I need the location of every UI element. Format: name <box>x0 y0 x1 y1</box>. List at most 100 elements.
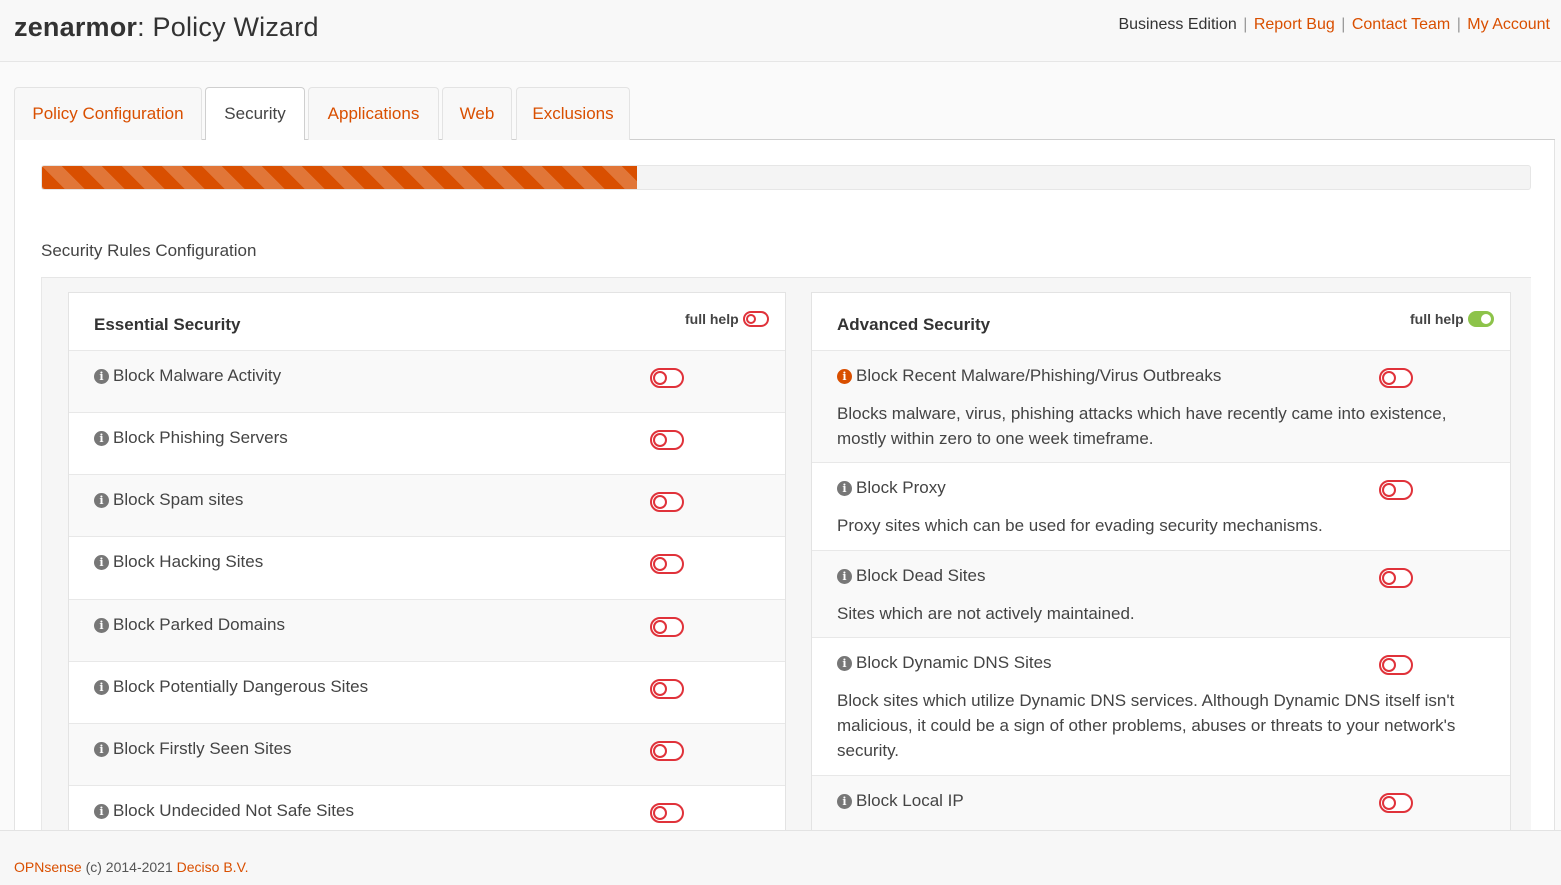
rule-label: i Block Recent Malware/Phishing/Virus Out… <box>837 366 1221 386</box>
rule-toggle[interactable] <box>650 554 684 574</box>
brand-logo-text: zenarmor <box>14 12 138 42</box>
rule-label: i Block Parked Domains <box>94 615 285 635</box>
divider <box>41 277 1531 278</box>
rule-label-text: Block Dynamic DNS Sites <box>856 653 1052 672</box>
separator: | <box>1243 16 1248 33</box>
deciso-link[interactable]: Deciso B.V. <box>177 859 249 875</box>
rule-label: i Block Hacking Sites <box>94 552 263 572</box>
rule-label: i Block Dead Sites <box>837 566 985 586</box>
report-bug-link[interactable]: Report Bug <box>1254 16 1335 33</box>
full-help-control: full help <box>685 311 769 327</box>
header-links: Business Edition | Report Bug | Contact … <box>1118 16 1550 34</box>
info-icon[interactable]: i <box>94 741 109 757</box>
my-account-link[interactable]: My Account <box>1467 16 1550 33</box>
separator: | <box>1341 16 1346 33</box>
rule-label-text: Block Local IP <box>856 791 964 810</box>
info-icon[interactable]: i <box>837 480 852 496</box>
full-help-control: full help <box>1410 311 1494 327</box>
rule-row: i Block Parked Domains <box>69 600 785 662</box>
separator: | <box>1456 16 1461 33</box>
rule-row: i Block Phishing Servers <box>69 413 785 475</box>
rule-label-text: Block Proxy <box>856 478 946 497</box>
rule-label-text: Block Spam sites <box>113 490 244 509</box>
essential-rules-list: i Block Malware Activity i Block Phishing S… <box>69 351 785 830</box>
progress-fill <box>42 166 638 189</box>
rule-label-text: Block Parked Domains <box>113 615 285 634</box>
rule-label-text: Block Phishing Servers <box>113 428 288 447</box>
info-icon[interactable]: i <box>94 679 109 695</box>
footer-text: OPNsense (c) 2014-2021 Deciso B.V. <box>14 859 249 875</box>
rule-row: i Block Local IP <box>812 776 1510 830</box>
rule-label-text: Block Recent Malware/Phishing/Virus Outb… <box>856 366 1222 385</box>
rule-label: i Block Potentially Dangerous Sites <box>94 677 368 697</box>
rule-label-text: Block Undecided Not Safe Sites <box>113 801 354 820</box>
panel-title: Essential Security <box>94 315 241 334</box>
rule-row: i Block Malware Activity <box>69 351 785 413</box>
info-icon[interactable]: i <box>94 554 109 570</box>
rule-toggle[interactable] <box>650 803 684 823</box>
opnsense-link[interactable]: OPNsense <box>14 859 82 875</box>
rule-row: i Block Spam sites <box>69 475 785 537</box>
rule-toggle[interactable] <box>1379 793 1413 813</box>
section-title: Security Rules Configuration <box>41 241 257 260</box>
rule-row: i Block Dead Sites Sites which are not act… <box>812 551 1510 638</box>
rule-label-text: Block Firstly Seen Sites <box>113 739 292 758</box>
panel-header: Essential Security full help <box>69 293 785 351</box>
full-help-toggle[interactable] <box>742 311 769 327</box>
rule-toggle[interactable] <box>650 679 684 699</box>
rule-label: i Block Malware Activity <box>94 366 281 386</box>
tab-exclusions[interactable]: Exclusions <box>516 87 630 140</box>
info-icon[interactable]: i <box>94 492 109 508</box>
rule-label: i Block Proxy <box>837 478 946 498</box>
tab-security[interactable]: Security <box>205 87 305 141</box>
rule-row: i Block Recent Malware/Phishing/Virus Out… <box>812 351 1510 463</box>
tab-web[interactable]: Web <box>442 87 512 140</box>
rule-label: i Block Dynamic DNS Sites <box>837 653 1052 673</box>
rule-row: i Block Dynamic DNS Sites Block sites whic… <box>812 638 1510 776</box>
full-help-label: full help <box>1410 311 1464 327</box>
info-icon[interactable]: i <box>94 617 109 633</box>
rule-label: i Block Local IP <box>837 791 964 811</box>
copyright-text: (c) 2014-2021 <box>81 859 177 875</box>
advanced-security-panel: Advanced Security full help i Block Recen… <box>811 292 1511 830</box>
page-title-text: : Policy Wizard <box>137 12 319 42</box>
rule-toggle[interactable] <box>1379 568 1413 588</box>
info-icon[interactable]: i <box>837 793 852 809</box>
rule-toggle[interactable] <box>650 617 684 637</box>
rule-toggle[interactable] <box>650 430 684 450</box>
tab-applications[interactable]: Applications <box>308 87 439 140</box>
contact-team-link[interactable]: Contact Team <box>1352 16 1450 33</box>
tab-policy-configuration[interactable]: Policy Configuration <box>14 87 202 140</box>
info-icon[interactable]: i <box>94 803 109 819</box>
info-icon[interactable]: i <box>837 368 852 384</box>
rule-toggle[interactable] <box>1379 368 1413 388</box>
rule-label-text: Block Potentially Dangerous Sites <box>113 677 369 696</box>
full-help-toggle[interactable] <box>1467 311 1494 327</box>
rule-description: Proxy sites which can be used for evadin… <box>837 516 1323 535</box>
rule-row: i Block Proxy Proxy sites which can be use… <box>812 463 1510 551</box>
full-help-label: full help <box>685 311 739 327</box>
essential-security-panel: Essential Security full help i Block Malw… <box>68 292 786 830</box>
wizard-progress-bar <box>41 165 1531 190</box>
info-icon[interactable]: i <box>94 368 109 384</box>
rule-toggle[interactable] <box>650 741 684 761</box>
rule-toggle[interactable] <box>1379 655 1413 675</box>
rule-description: Sites which are not actively maintained. <box>837 604 1135 623</box>
tab-content: Security Rules Configuration Essential S… <box>14 140 1555 830</box>
rule-toggle[interactable] <box>650 492 684 512</box>
panel-header: Advanced Security full help <box>812 293 1510 351</box>
info-icon[interactable]: i <box>837 568 852 584</box>
panel-title: Advanced Security <box>837 315 991 334</box>
rule-label-text: Block Malware Activity <box>113 366 282 385</box>
rule-label: i Block Phishing Servers <box>94 428 288 448</box>
rule-row: i Block Firstly Seen Sites <box>69 724 785 786</box>
rule-row: i Block Undecided Not Safe Sites <box>69 786 785 830</box>
rule-toggle[interactable] <box>1379 480 1413 500</box>
rule-label: i Block Spam sites <box>94 490 243 510</box>
rule-description: Block sites which utilize Dynamic DNS se… <box>837 691 1456 760</box>
rule-label: i Block Undecided Not Safe Sites <box>94 801 354 821</box>
info-icon[interactable]: i <box>837 655 852 671</box>
rule-row: i Block Potentially Dangerous Sites <box>69 662 785 724</box>
info-icon[interactable]: i <box>94 430 109 446</box>
rule-toggle[interactable] <box>650 368 684 388</box>
